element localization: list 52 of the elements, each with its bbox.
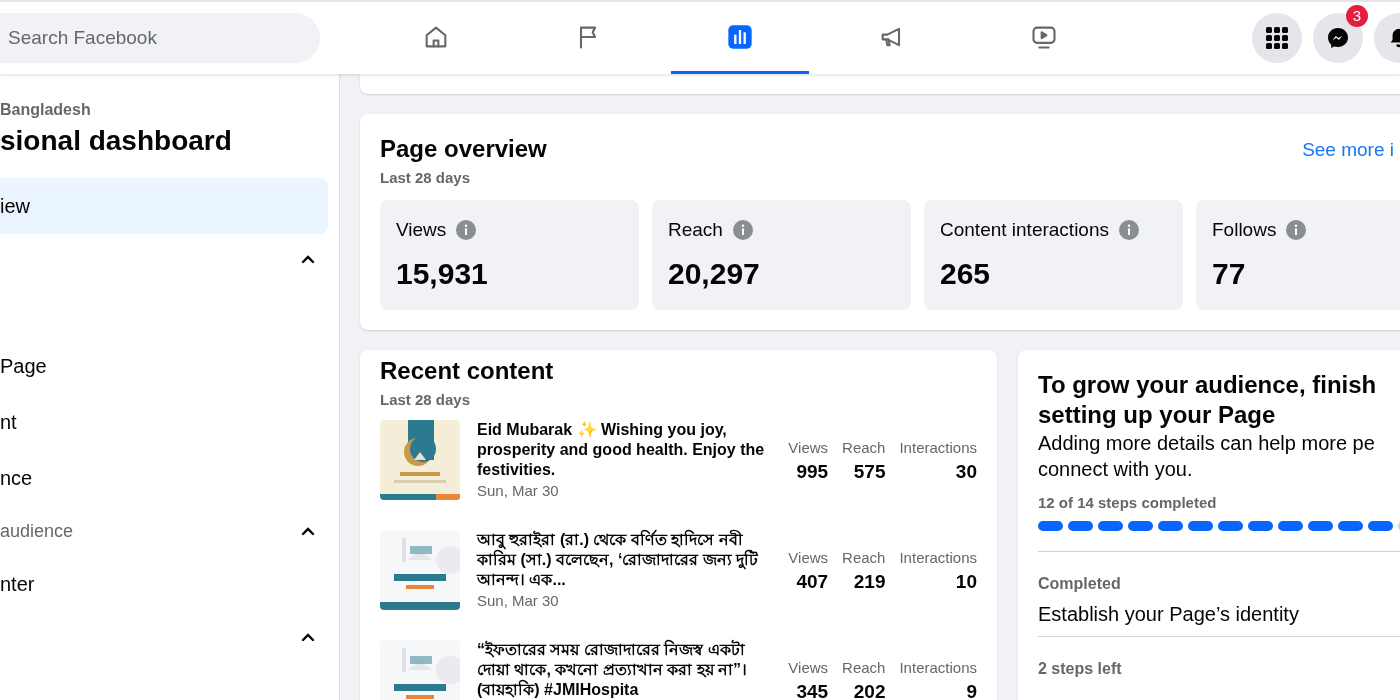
stat-value: 407	[796, 570, 829, 594]
step-status: 2 steps left	[1038, 658, 1123, 679]
sidebar-title: sional dashboard	[0, 124, 233, 158]
post-text[interactable]: Eid Mubarak ✨ Wishing you joy, prosperity and good health. Enjoy the festivities.	[477, 420, 769, 480]
stat-label: Reach	[842, 659, 886, 677]
metric-value: 265	[940, 255, 992, 292]
stat-value: 575	[853, 460, 886, 484]
progress-label: 12 of 14 steps completed	[1038, 493, 1218, 513]
card-title: Page overview	[380, 134, 547, 164]
stat-value: 995	[796, 460, 829, 484]
setup-title: To grow your audience, finish setting up your Page	[1038, 370, 1378, 430]
stat-label: Views	[788, 439, 829, 457]
sidebar-item[interactable]: nce	[0, 450, 328, 506]
metric-label: Views	[396, 218, 447, 242]
stat-value: 10	[955, 570, 977, 594]
stat-value: 30	[955, 460, 977, 484]
stat-label: Reach	[842, 439, 886, 457]
metric-value: 77	[1212, 255, 1247, 292]
metric-value: 20,297	[668, 255, 761, 292]
stat-label: Interactions	[899, 439, 977, 457]
card-subtitle: Last 28 days	[380, 390, 472, 410]
stat-value: 345	[796, 680, 829, 700]
metric-label: Follows	[1212, 218, 1277, 242]
post-text[interactable]: আবু হুরাইরা (রা.) থেকে বর্ণিত হাদিসে নবী কারিম (সা.) বলেছেন, ‘রোজাদারের জন্য দুটি আনন্দ। এক...	[477, 530, 769, 590]
stat-label: Views	[788, 549, 829, 567]
step-status: Completed	[1038, 573, 1122, 594]
search-field[interactable]: Search Facebook	[0, 13, 320, 63]
stat-label: Views	[788, 659, 829, 677]
section-label: audience	[0, 519, 74, 543]
sidebar-item[interactable]: iew	[0, 178, 328, 234]
metric-label: Content interactions	[940, 218, 1109, 242]
step-task[interactable]: Establish your Page’s identity	[1038, 599, 1400, 628]
stat-value: 9	[966, 680, 977, 700]
post-date: Sun, Mar 30	[477, 481, 560, 501]
post-text[interactable]: “ইফতারের সময় রোজাদারের নিজস্ব একটা দোয়া থাকে, কখনো প্রত্যাখান করা হয় না”। (বায়হাকি) #JMIHospita	[477, 640, 769, 700]
sidebar-item[interactable]: nter	[0, 556, 328, 612]
page-name: Bangladesh	[0, 100, 92, 120]
stat-value: 202	[853, 680, 886, 700]
post-date: Sun, Mar 30	[477, 591, 560, 611]
stat-label: Reach	[842, 549, 886, 567]
setup-description: Adding more details can help more pe connect with you.	[1038, 431, 1376, 482]
stat-value: 219	[853, 570, 886, 594]
stat-label: Interactions	[899, 659, 977, 677]
notification-badge: 3	[1346, 5, 1368, 27]
see-more-link[interactable]: See more i	[1302, 136, 1394, 165]
metric-label: Reach	[668, 218, 723, 242]
metric-value: 15,931	[396, 255, 489, 292]
sidebar-item[interactable]: nt	[0, 394, 328, 450]
card-title: Recent content	[380, 356, 555, 386]
card-subtitle: Last 28 days	[380, 168, 472, 188]
sidebar-item[interactable]: Page	[0, 338, 328, 394]
stat-label: Interactions	[899, 549, 977, 567]
